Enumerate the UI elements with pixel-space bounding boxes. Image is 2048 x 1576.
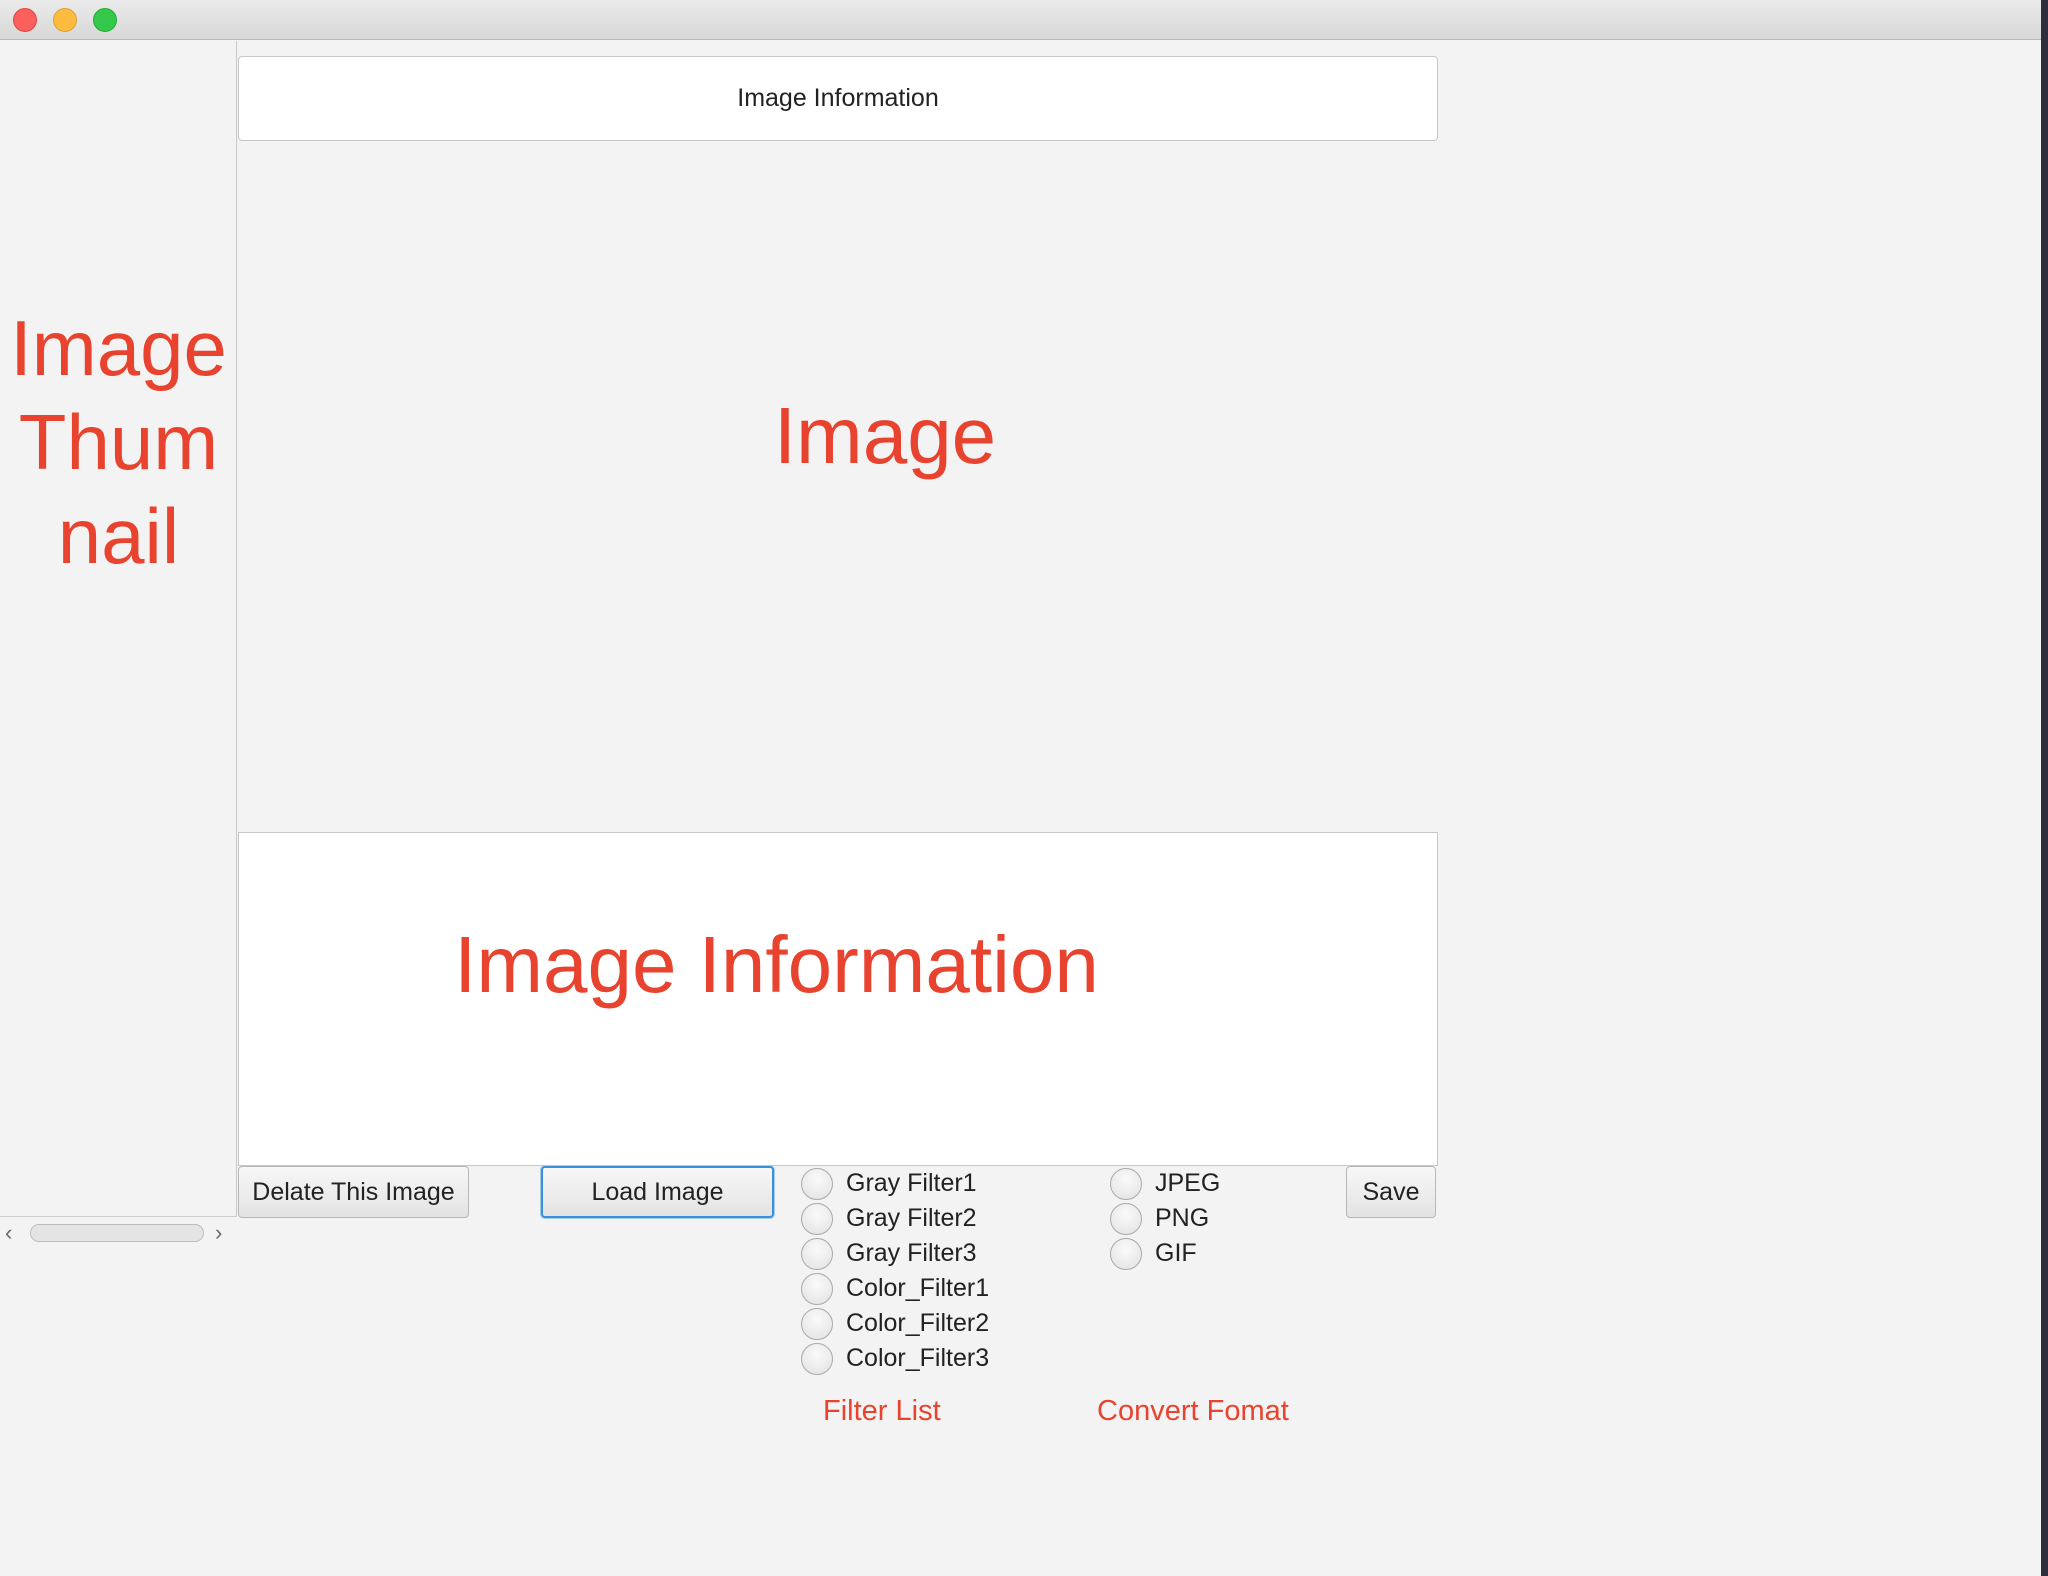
- app-window: Image Thum nail ‹ › Image Information Im…: [0, 0, 2041, 1576]
- zoom-window-button[interactable]: [93, 8, 117, 32]
- filter-label: Gray Filter1: [846, 1169, 977, 1197]
- image-information-area[interactable]: Image Information: [238, 832, 1438, 1166]
- filter-option[interactable]: Color_Filter2: [801, 1306, 989, 1341]
- radio-button[interactable]: [1110, 1237, 1142, 1270]
- radio-button[interactable]: [801, 1272, 833, 1305]
- radio-button[interactable]: [801, 1342, 833, 1375]
- image-information-text: Image Information: [737, 84, 939, 112]
- convert-format-caption: Convert Fomat: [1097, 1395, 1289, 1427]
- filter-label: Color_Filter1: [846, 1274, 990, 1302]
- filter-label: Color_Filter2: [846, 1309, 990, 1337]
- thumbnail-annotation: Image Thum nail: [0, 301, 237, 583]
- thumbnail-annotation-line: Image: [10, 304, 227, 392]
- filter-list-caption: Filter List: [823, 1395, 941, 1427]
- format-option[interactable]: GIF: [1110, 1236, 1197, 1271]
- load-image-button[interactable]: Load Image: [541, 1166, 774, 1218]
- desktop-edge: [2041, 0, 2048, 1576]
- thumbnail-annotation-line: Thum: [18, 398, 219, 486]
- filter-option[interactable]: Color_Filter3: [801, 1341, 989, 1376]
- format-label: PNG: [1155, 1204, 1210, 1232]
- filter-option[interactable]: Gray Filter1: [801, 1166, 977, 1201]
- filter-option[interactable]: Gray Filter2: [801, 1201, 977, 1236]
- format-option[interactable]: JPEG: [1110, 1166, 1220, 1201]
- filter-label: Gray Filter2: [846, 1204, 977, 1232]
- filter-option[interactable]: Color_Filter1: [801, 1271, 989, 1306]
- save-button[interactable]: Save: [1346, 1166, 1436, 1218]
- format-label: JPEG: [1155, 1169, 1221, 1197]
- title-bar: [0, 0, 2041, 40]
- image-information-annotation: Image Information: [454, 920, 1099, 1009]
- radio-button[interactable]: [801, 1307, 833, 1340]
- thumbnail-pane[interactable]: Image Thum nail ‹ ›: [0, 41, 237, 1248]
- delete-image-button[interactable]: Delate This Image: [238, 1166, 469, 1218]
- close-window-button[interactable]: [13, 8, 37, 32]
- image-area-annotation: Image: [773, 391, 997, 480]
- radio-button[interactable]: [801, 1202, 833, 1235]
- scrollbar-thumb[interactable]: [30, 1224, 204, 1242]
- thumbnail-horizontal-scrollbar[interactable]: ‹ ›: [0, 1216, 237, 1248]
- scroll-right-icon[interactable]: ›: [215, 1221, 222, 1245]
- thumbnail-annotation-line: nail: [57, 492, 180, 580]
- image-information-field[interactable]: Image Information: [238, 56, 1438, 141]
- filter-label: Gray Filter3: [846, 1239, 977, 1267]
- format-option[interactable]: PNG: [1110, 1201, 1209, 1236]
- filter-option[interactable]: Gray Filter3: [801, 1236, 977, 1271]
- filter-label: Color_Filter3: [846, 1344, 990, 1372]
- minimize-window-button[interactable]: [53, 8, 77, 32]
- radio-button[interactable]: [1110, 1167, 1142, 1200]
- radio-button[interactable]: [801, 1167, 833, 1200]
- radio-button[interactable]: [801, 1237, 833, 1270]
- format-label: GIF: [1155, 1239, 1197, 1267]
- scroll-left-icon[interactable]: ‹: [5, 1221, 12, 1245]
- radio-button[interactable]: [1110, 1202, 1142, 1235]
